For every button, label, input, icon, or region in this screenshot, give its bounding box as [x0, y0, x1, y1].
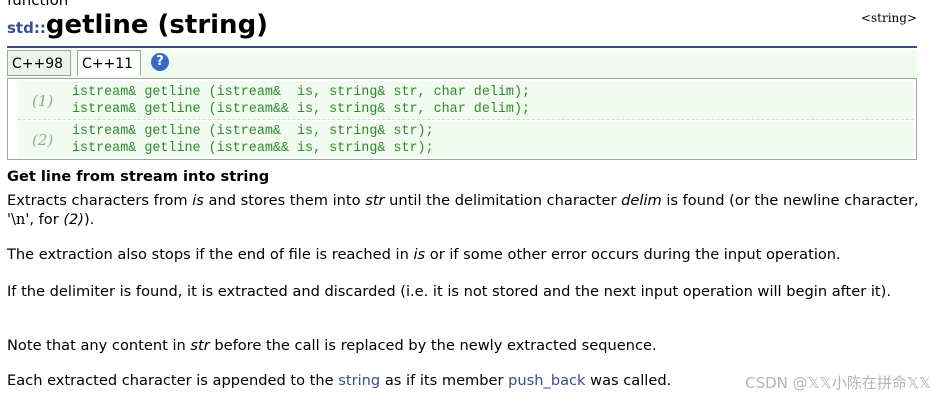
signature-code: istream& getline (istream& is, string& s… — [72, 123, 434, 157]
summary-heading: Get line from stream into string — [7, 168, 270, 185]
text: , for — [29, 211, 64, 228]
text: is found (or the newline character, — [661, 192, 919, 209]
overload-ref: (2) — [63, 211, 85, 228]
text: ). — [84, 211, 95, 228]
code-line: istream& getline (istream&& is, string& … — [72, 141, 434, 156]
header-file-link[interactable]: <string> — [861, 11, 917, 25]
description-paragraph: The extraction also stops if the end of … — [7, 245, 927, 264]
param-str: str — [190, 337, 210, 354]
description-paragraph: Note that any content in str before the … — [7, 336, 927, 355]
param-delim: delim — [621, 192, 662, 209]
help-icon[interactable]: ? — [151, 53, 169, 71]
description-paragraph: If the delimiter is found, it is extract… — [7, 283, 891, 300]
signatures-box: (1) istream& getline (istream& is, strin… — [7, 78, 917, 160]
push-back-link[interactable]: push_back — [508, 372, 585, 389]
text: The extraction also stops if the end of … — [7, 246, 414, 263]
title-bar: std::getline (string) <string> — [7, 8, 917, 48]
text: Each extracted character is appended to … — [7, 372, 339, 389]
description-paragraph: Extracts characters from is and stores t… — [7, 191, 927, 229]
text: or if some other error occurs during the… — [425, 246, 841, 263]
tab-cpp11[interactable]: C++11 — [77, 50, 141, 76]
code-line: istream& getline (istream&& is, string& … — [72, 102, 531, 117]
text: was called. — [585, 372, 672, 389]
version-tabs: C++98 C++11 ? — [7, 50, 917, 78]
param-str: str — [365, 192, 385, 209]
tab-cpp98[interactable]: C++98 — [7, 50, 71, 76]
text: and stores them into — [203, 192, 366, 209]
signature-row: (2) istream& getline (istream& is, strin… — [18, 121, 914, 157]
code-line: istream& getline (istream& is, string& s… — [72, 85, 531, 100]
param-is: is — [192, 192, 204, 209]
text: as if its member — [380, 372, 509, 389]
string-link[interactable]: string — [338, 372, 380, 389]
text: Extracts characters from — [7, 192, 193, 209]
text: before the call is replaced by the newly… — [209, 337, 657, 354]
param-is: is — [413, 246, 426, 263]
page-title: std::getline (string) — [7, 10, 268, 40]
watermark: CSDN @𝕏𝕏小陈在拼命𝕏𝕏 — [745, 374, 931, 392]
signature-code: istream& getline (istream& is, string& s… — [72, 84, 530, 118]
signature-number: (1) — [32, 92, 54, 110]
newline-literal: '\n' — [7, 211, 30, 228]
signature-row: (1) istream& getline (istream& is, strin… — [18, 81, 914, 120]
namespace-label: std:: — [7, 19, 46, 37]
text: until the delimitation character — [384, 192, 622, 209]
text: Note that any content in — [7, 337, 191, 354]
function-name: getline (string) — [45, 10, 269, 40]
code-line: istream& getline (istream& is, string& s… — [72, 124, 434, 139]
signature-number: (2) — [32, 131, 54, 149]
